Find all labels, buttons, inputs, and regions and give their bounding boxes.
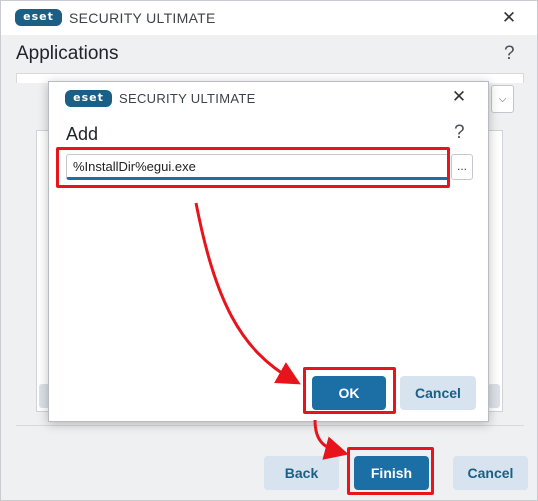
close-icon[interactable]: ✕ [448, 87, 470, 109]
list-action-button[interactable] [488, 384, 500, 408]
cancel-button[interactable]: Cancel [400, 376, 476, 410]
dialog-app-title: SECURITY ULTIMATE [119, 91, 256, 106]
help-icon[interactable]: ? [504, 43, 515, 65]
help-icon[interactable]: ? [454, 122, 465, 144]
divider [16, 425, 524, 426]
highlight-box [347, 447, 434, 495]
back-button[interactable]: Back [264, 456, 339, 490]
page-title: Applications [16, 43, 119, 64]
chevron-down-icon[interactable]: ⌵ [491, 85, 514, 113]
dialog-title: Add [66, 124, 99, 144]
eset-logo: eset [15, 9, 62, 26]
cancel-button[interactable]: Cancel [453, 456, 528, 490]
highlight-box [303, 367, 396, 414]
add-dialog: eset SECURITY ULTIMATE ✕ Add ? ... OK Ca… [48, 81, 489, 422]
app-title: SECURITY ULTIMATE [69, 10, 216, 26]
eset-logo: eset [65, 90, 112, 107]
browse-button[interactable]: ... [451, 154, 473, 180]
close-icon[interactable]: ✕ [498, 8, 520, 30]
highlight-box [56, 147, 450, 188]
title-bar: eset SECURITY ULTIMATE ✕ [1, 1, 537, 35]
